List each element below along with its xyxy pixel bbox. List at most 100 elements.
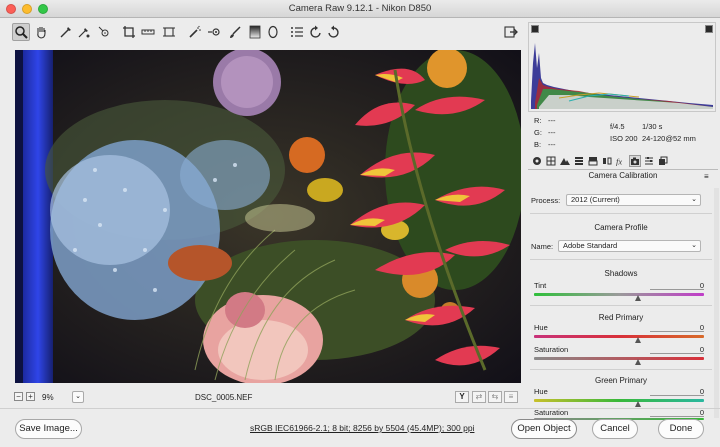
green-hue-value[interactable]: 0 (650, 387, 704, 396)
preview-status-bar: − + 9% ⌄ DSC_0005.NEF Y ⇄ ⇆ ≡ (0, 386, 526, 408)
red-hue-value[interactable]: 0 (650, 323, 704, 332)
split-toning-icon (588, 157, 598, 166)
svg-text:fx: fx (616, 157, 622, 167)
name-label: Name: (531, 242, 554, 251)
tab-effects[interactable]: fx (615, 155, 627, 167)
graduated-filter-tool[interactable] (246, 23, 264, 41)
right-panel: R: --- G: --- B: --- f/4.5 1/30 s ISO 20… (526, 18, 720, 421)
transform-tool[interactable] (160, 23, 178, 41)
adjustment-brush-icon (230, 26, 241, 38)
profile-name-select[interactable]: Adobe Standard ⌄ (558, 240, 701, 252)
image-preview[interactable] (15, 50, 521, 383)
camera-raw-window: Camera Raw 9.12.1 - Nikon D850 − + 9% ⌄ … (0, 0, 720, 447)
histogram-graph (531, 43, 713, 109)
rotate-ccw-button[interactable] (307, 23, 325, 41)
b-value: --- (548, 140, 556, 149)
graduated-filter-icon (249, 25, 261, 39)
hsl-icon (575, 157, 583, 165)
tab-detail[interactable] (559, 155, 571, 167)
shadows-heading: Shadows (604, 269, 638, 278)
zoom-dropdown[interactable]: ⌄ (72, 391, 84, 403)
aperture-value: f/4.5 (610, 122, 625, 131)
save-image-button[interactable]: Save Image... (15, 419, 82, 439)
camera-calibration-panel: Process: 2012 (Current) ⌄ Camera Profile … (530, 185, 712, 421)
green-primary-heading: Green Primary (594, 376, 647, 385)
title-bar: Camera Raw 9.12.1 - Nikon D850 (0, 0, 720, 18)
presets-icon (645, 157, 653, 165)
hand-tool[interactable] (32, 23, 50, 41)
panel-tabs: fx (528, 154, 718, 170)
export-icon (504, 26, 518, 38)
zoom-in-button[interactable]: + (26, 392, 35, 401)
r-value: --- (548, 116, 556, 125)
radial-filter-icon (268, 25, 278, 39)
panel-scrollbar[interactable] (714, 188, 719, 418)
tab-snapshots[interactable] (657, 155, 669, 167)
green-hue-label: Hue (534, 387, 548, 396)
open-object-button[interactable]: Open Object (511, 419, 577, 439)
done-button[interactable]: Done (658, 419, 704, 439)
camera-profile-heading: Camera Profile (594, 223, 648, 232)
sliders-icon: ≡ (508, 392, 514, 401)
panel-menu-icon[interactable]: ≡ (704, 172, 709, 181)
green-hue-slider[interactable] (534, 399, 704, 402)
tint-slider[interactable] (534, 293, 704, 296)
copy-icon: ⇆ (491, 392, 499, 401)
white-balance-tool[interactable] (57, 23, 75, 41)
radial-filter-tool[interactable] (264, 23, 282, 41)
tint-label: Tint (534, 281, 547, 290)
red-hue-slider-thumb[interactable] (635, 337, 641, 343)
cancel-button[interactable]: Cancel (592, 419, 638, 439)
flower-photo (15, 50, 521, 383)
tint-value[interactable]: 0 (650, 281, 704, 290)
zoom-icon (15, 26, 28, 39)
chevron-down-icon: ⌄ (691, 242, 697, 249)
mountain-icon (560, 158, 570, 165)
tab-camera-calibration[interactable] (629, 155, 641, 167)
adjustment-brush-tool[interactable] (226, 23, 244, 41)
color-sampler-tool[interactable] (75, 23, 93, 41)
green-hue-slider-thumb[interactable] (635, 401, 641, 407)
toggle-settings-button[interactable]: ≡ (504, 391, 518, 403)
list-tool[interactable] (288, 23, 306, 41)
tab-tone-curve[interactable] (545, 155, 557, 167)
before-after-view-button[interactable]: Y (455, 391, 469, 403)
b-label: B: (534, 140, 542, 149)
spot-removal-tool[interactable] (186, 23, 204, 41)
zoom-level: 9% (42, 393, 54, 402)
straighten-tool[interactable] (139, 23, 157, 41)
shutter-value: 1/30 s (642, 122, 663, 131)
swap-settings-button[interactable]: ⇄ (472, 391, 486, 403)
targeted-adjustment-icon (98, 26, 109, 37)
tab-lens-corrections[interactable] (601, 155, 613, 167)
tab-basic[interactable] (531, 155, 543, 167)
tint-slider-thumb[interactable] (635, 295, 641, 301)
fx-icon: fx (616, 157, 622, 167)
red-primary-heading: Red Primary (598, 313, 644, 322)
targeted-adjustment-tool[interactable] (95, 23, 113, 41)
workflow-options-link[interactable]: sRGB IEC61966-2.1; 8 bit; 8256 by 5504 (… (250, 423, 474, 433)
red-eye-tool[interactable] (205, 23, 223, 41)
crop-icon (123, 26, 135, 38)
window-title: Camera Raw 9.12.1 - Nikon D850 (288, 3, 432, 14)
red-saturation-slider[interactable] (534, 357, 704, 360)
g-label: G: (534, 128, 542, 137)
red-saturation-value[interactable]: 0 (650, 345, 704, 354)
red-hue-slider[interactable] (534, 335, 704, 338)
zoom-tool[interactable] (12, 23, 30, 41)
zoom-out-button[interactable]: − (14, 392, 23, 401)
copy-settings-button[interactable]: ⇆ (488, 391, 502, 403)
aperture-icon (533, 157, 541, 165)
lens-icon (603, 157, 612, 165)
fullscreen-button[interactable] (502, 23, 520, 41)
tab-split-toning[interactable] (587, 155, 599, 167)
filename-label: DSC_0005.NEF (195, 393, 253, 402)
process-select[interactable]: 2012 (Current) ⌄ (566, 194, 701, 206)
crop-tool[interactable] (120, 23, 138, 41)
tab-presets[interactable] (643, 155, 655, 167)
tab-hsl[interactable] (573, 155, 585, 167)
rotate-cw-button[interactable] (324, 23, 342, 41)
red-saturation-slider-thumb[interactable] (635, 359, 641, 365)
straighten-icon (141, 29, 155, 35)
footer-bar: Save Image... sRGB IEC61966-2.1; 8 bit; … (0, 408, 720, 447)
